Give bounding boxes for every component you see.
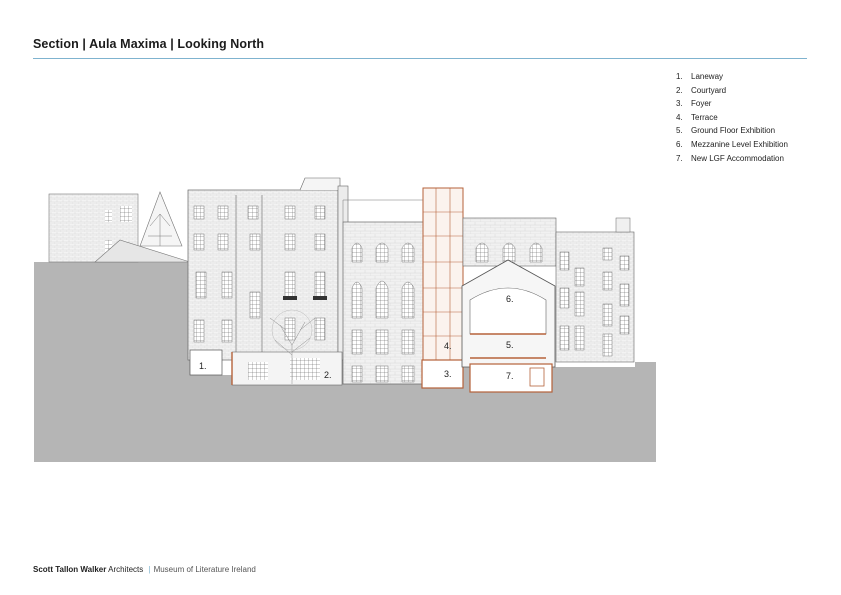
room-label-7: 7. (506, 371, 514, 381)
glazed-tower (421, 187, 464, 389)
georgian-terrace (187, 177, 349, 386)
room-label-5: 5. (506, 340, 514, 350)
footer-separator: | (148, 565, 151, 574)
room-label-1: 1. (199, 361, 207, 371)
aula-maxima (461, 217, 557, 393)
gothic-building (342, 199, 424, 385)
section-drawing: 1. 2. 3. 4. 5. 6. 7. (34, 177, 656, 462)
room-label-3: 3. (444, 369, 452, 379)
room-label-2: 2. (324, 370, 332, 380)
right-buildings (555, 217, 635, 363)
footer: Scott Tallon Walker Architects | Museum o… (33, 565, 256, 574)
project-name: Museum of Literature Ireland (153, 565, 256, 574)
firm-name: Scott Tallon Walker (33, 565, 107, 574)
firm-suffix: Architects (108, 565, 144, 574)
room-label-6: 6. (506, 294, 514, 304)
room-label-4: 4. (444, 341, 452, 351)
left-back-building (48, 191, 191, 263)
